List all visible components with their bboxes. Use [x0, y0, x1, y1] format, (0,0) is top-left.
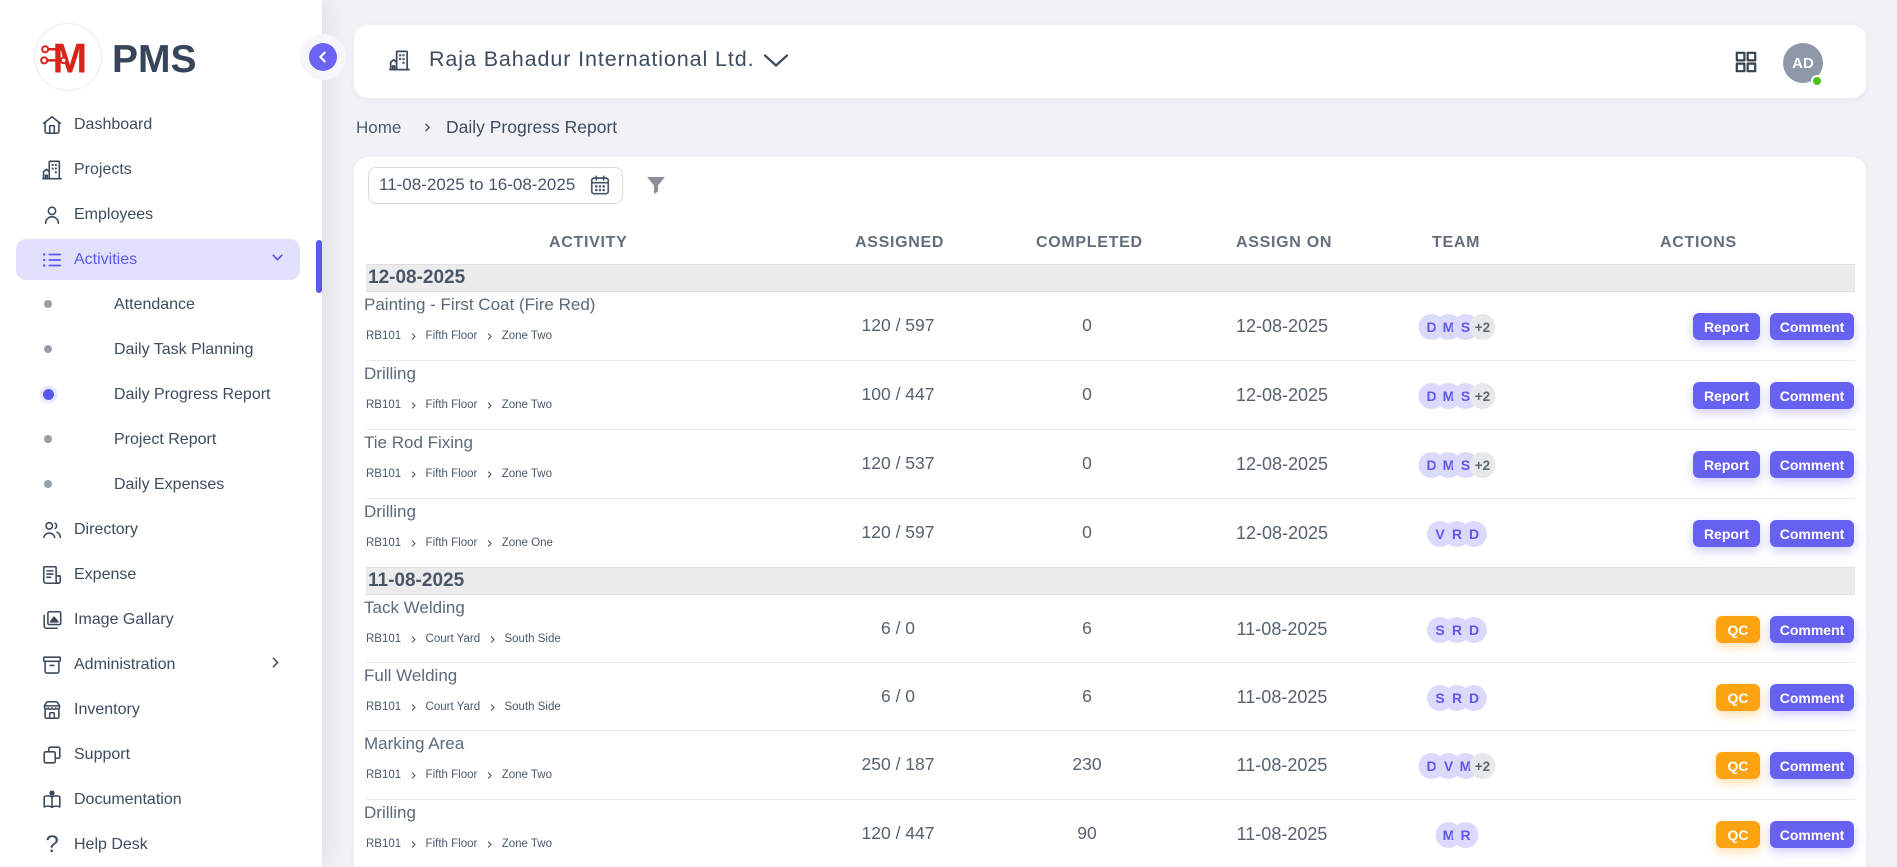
svg-text:M: M	[52, 35, 87, 82]
